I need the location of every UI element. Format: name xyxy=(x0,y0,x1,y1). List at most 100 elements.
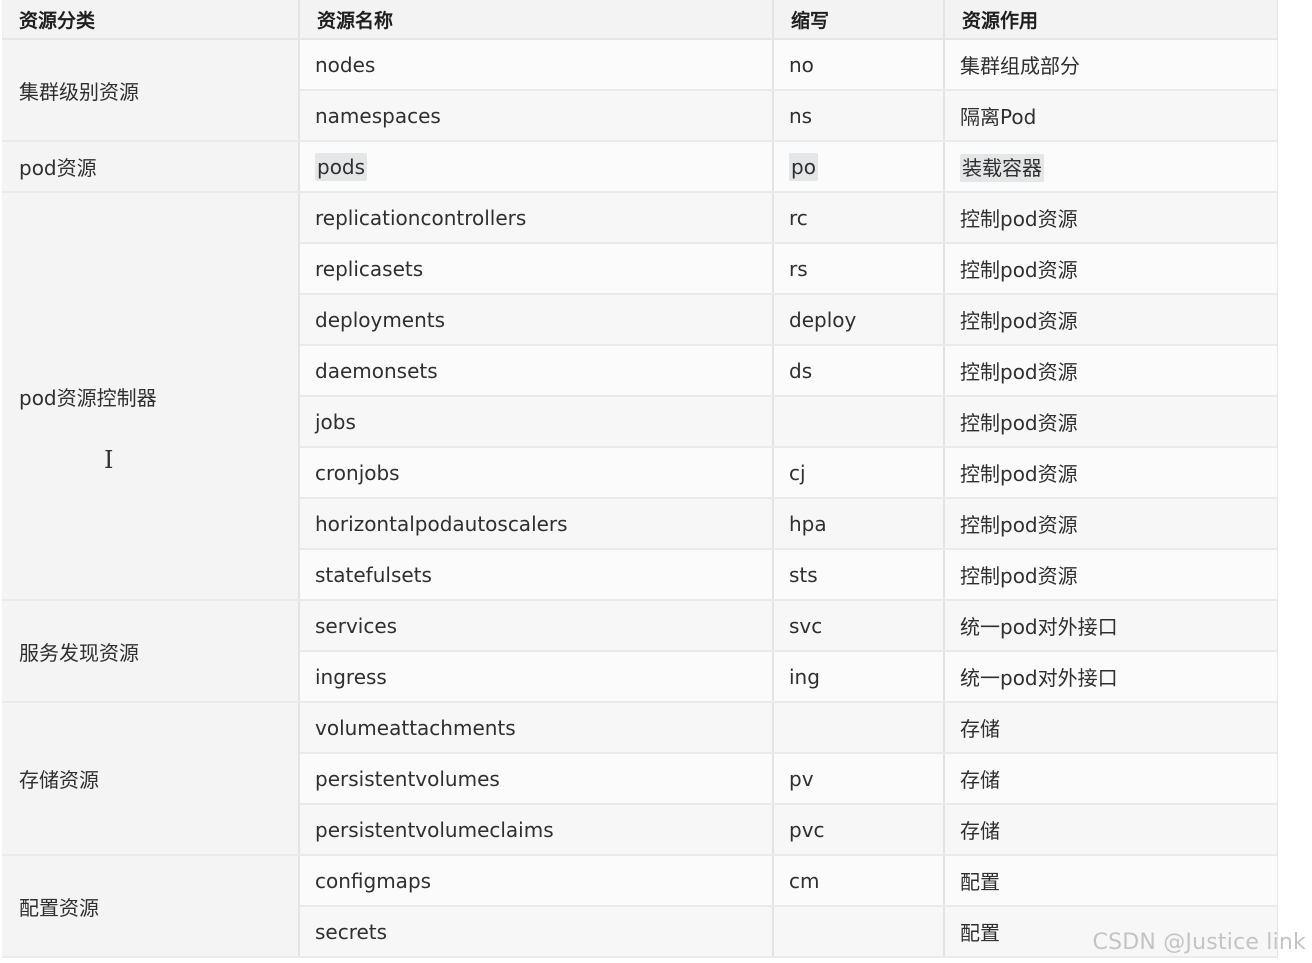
abbreviation-text: svc xyxy=(789,613,823,638)
resource-purpose-text: 装载容器 xyxy=(960,154,1044,182)
resource-name-cell: replicationcontrollers xyxy=(299,192,774,244)
header-name: 资源名称 xyxy=(299,0,774,40)
table-row: 配置资源 configmaps cm 配置 xyxy=(2,855,1278,958)
resource-name-text: persistentvolumes xyxy=(315,766,500,791)
resource-name-cell: statefulsets xyxy=(299,549,774,601)
abbreviation-cell: no xyxy=(773,39,945,91)
abbreviation-cell: sts xyxy=(773,549,945,601)
resource-name-text: deployments xyxy=(315,307,446,332)
abbreviation-cell: po xyxy=(773,141,945,193)
header-purpose: 资源作用 xyxy=(944,0,1278,40)
header-row: 资源分类 资源名称 缩写 资源作用 xyxy=(2,0,1278,40)
resource-purpose-text: 集群组成部分 xyxy=(960,54,1080,78)
category-cell: 配置资源 xyxy=(2,855,300,958)
resource-purpose-cell: 控制pod资源 xyxy=(944,294,1278,346)
table-row: pod资源 pods po 装载容器 xyxy=(2,141,1278,193)
resource-purpose-text: 存储 xyxy=(960,768,1000,792)
abbreviation-cell: cj xyxy=(773,447,945,499)
resource-name-text: persistentvolumeclaims xyxy=(315,817,554,842)
resource-purpose-cell: 控制pod资源 xyxy=(944,447,1278,499)
resource-purpose-text: 配置 xyxy=(960,870,1000,894)
resource-name-cell: services xyxy=(299,600,774,652)
resource-name-cell: horizontalpodautoscalers xyxy=(299,498,774,550)
abbreviation-text: hpa xyxy=(789,511,827,536)
resource-purpose-cell: 隔离Pod xyxy=(944,90,1278,142)
resource-purpose-cell: 控制pod资源 xyxy=(944,243,1278,295)
abbreviation-cell xyxy=(773,396,945,448)
resource-purpose-text: 控制pod资源 xyxy=(960,564,1078,588)
resource-purpose-text: 配置 xyxy=(960,921,1000,945)
resource-name-cell: persistentvolumeclaims xyxy=(299,804,774,856)
text-cursor-icon: I xyxy=(104,446,114,474)
table-row: 服务发现资源 services svc 统一pod对外接口 xyxy=(2,600,1278,703)
table-row: pod资源控制器 replicationcontrollers rc 控制pod资源 xyxy=(2,192,1278,601)
resource-name-cell: ingress xyxy=(299,651,774,703)
resource-name-text: horizontalpodautoscalers xyxy=(315,511,568,536)
abbreviation-cell: rc xyxy=(773,192,945,244)
abbreviation-text: ing xyxy=(789,664,820,689)
header-abbr: 缩写 xyxy=(773,0,945,40)
resource-name-text: volumeattachments xyxy=(315,715,516,740)
resource-name-cell: configmaps xyxy=(299,855,774,907)
resource-name-text: daemonsets xyxy=(315,358,438,383)
resource-name-text: pods xyxy=(315,152,368,181)
resource-purpose-cell: 控制pod资源 xyxy=(944,396,1278,448)
resource-name-cell: secrets xyxy=(299,906,774,958)
header-category: 资源分类 xyxy=(2,0,300,40)
resource-name-cell: daemonsets xyxy=(299,345,774,397)
resource-name-text: statefulsets xyxy=(315,562,432,587)
resource-name-cell: nodes xyxy=(299,39,774,91)
resource-name-text: cronjobs xyxy=(315,460,400,485)
resource-purpose-cell: 装载容器 xyxy=(944,141,1278,193)
abbreviation-cell: rs xyxy=(773,243,945,295)
resource-name-text: nodes xyxy=(315,52,376,77)
table-body: 集群级别资源 nodes no 集群组成部分 namespaces ns 隔离Pod pod资… xyxy=(2,39,1278,958)
resource-purpose-cell: 统一pod对外接口 xyxy=(944,600,1278,652)
resource-name-text: replicationcontrollers xyxy=(315,205,527,230)
abbreviation-text: cm xyxy=(789,868,820,893)
resource-purpose-text: 控制pod资源 xyxy=(960,411,1078,435)
resource-purpose-text: 控制pod资源 xyxy=(960,462,1078,486)
resource-name-text: ingress xyxy=(315,664,387,689)
abbreviation-cell xyxy=(773,702,945,754)
abbreviation-cell: ns xyxy=(773,90,945,142)
table-header: 资源分类 资源名称 缩写 资源作用 xyxy=(2,0,1278,40)
abbreviation-text: sts xyxy=(789,562,818,587)
abbreviation-text: no xyxy=(789,52,814,77)
resource-purpose-text: 控制pod资源 xyxy=(960,309,1078,333)
abbreviation-text: deploy xyxy=(789,307,857,332)
resource-purpose-text: 统一pod对外接口 xyxy=(960,615,1118,639)
resource-purpose-cell: 存储 xyxy=(944,804,1278,856)
category-cell: 集群级别资源 xyxy=(2,39,300,142)
category-cell: pod资源控制器 xyxy=(2,192,300,601)
abbreviation-text: rc xyxy=(789,205,808,230)
abbreviation-cell: ing xyxy=(773,651,945,703)
resource-purpose-cell: 配置 xyxy=(944,855,1278,907)
resource-name-cell: jobs xyxy=(299,396,774,448)
resource-name-text: secrets xyxy=(315,919,388,944)
abbreviation-cell xyxy=(773,906,945,958)
watermark: CSDN @Justice link xyxy=(1092,930,1306,955)
resource-name-cell: deployments xyxy=(299,294,774,346)
abbreviation-cell: pv xyxy=(773,753,945,805)
resource-purpose-text: 控制pod资源 xyxy=(960,258,1078,282)
abbreviation-cell: svc xyxy=(773,600,945,652)
resource-name-text: configmaps xyxy=(315,868,432,893)
category-cell: 存储资源 xyxy=(2,702,300,856)
resource-purpose-cell: 统一pod对外接口 xyxy=(944,651,1278,703)
abbreviation-cell: pvc xyxy=(773,804,945,856)
resource-name-cell: namespaces xyxy=(299,90,774,142)
resource-purpose-text: 控制pod资源 xyxy=(960,513,1078,537)
table-row: 集群级别资源 nodes no 集群组成部分 xyxy=(2,39,1278,142)
abbreviation-cell: hpa xyxy=(773,498,945,550)
resource-purpose-text: 控制pod资源 xyxy=(960,207,1078,231)
table-row: 存储资源 volumeattachments 存储 xyxy=(2,702,1278,856)
resource-purpose-cell: 控制pod资源 xyxy=(944,192,1278,244)
resource-table: 资源分类 资源名称 缩写 资源作用 集群级别资源 nodes no 集群组成部分 nam… xyxy=(2,0,1278,958)
resource-purpose-cell: 控制pod资源 xyxy=(944,498,1278,550)
resource-purpose-cell: 存储 xyxy=(944,702,1278,754)
abbreviation-text: ds xyxy=(789,358,813,383)
resource-name-cell: volumeattachments xyxy=(299,702,774,754)
abbreviation-cell: ds xyxy=(773,345,945,397)
category-cell: 服务发现资源 xyxy=(2,600,300,703)
